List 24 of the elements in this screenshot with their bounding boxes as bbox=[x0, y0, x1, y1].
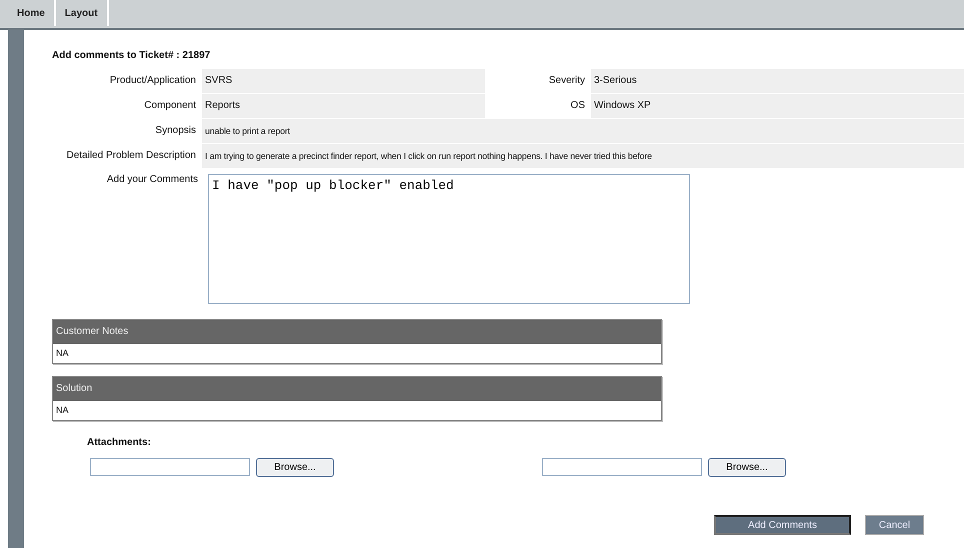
file-path-field[interactable] bbox=[90, 458, 250, 476]
panel-header: Customer Notes bbox=[53, 320, 661, 344]
panel-header: Solution bbox=[53, 377, 661, 401]
comments-field[interactable]: I have "pop up blocker" enabled bbox=[208, 174, 690, 304]
field-value: SVRS bbox=[202, 69, 485, 93]
field-value: Reports bbox=[202, 94, 485, 118]
field-value: I am trying to generate a precinct finder report, when I click on run report nothing happens. I have never tried this before bbox=[202, 144, 964, 168]
field-label: OS bbox=[570, 99, 585, 113]
field-value: 3-Serious bbox=[591, 69, 964, 93]
field-label: Component bbox=[143, 99, 196, 113]
field-label: Product/Application bbox=[108, 74, 196, 88]
browse-button[interactable]: Browse... bbox=[256, 458, 334, 477]
cancel-button[interactable]: Cancel bbox=[865, 515, 924, 535]
field-value: unable to print a report bbox=[202, 119, 964, 143]
browse-button[interactable]: Browse... bbox=[708, 458, 786, 477]
field-value: Windows XP bbox=[591, 94, 964, 118]
field-label: Add your Comments bbox=[106, 174, 198, 187]
file-path-field[interactable] bbox=[542, 458, 702, 476]
field-label: Detailed Problem Description bbox=[65, 149, 196, 163]
attachments-label: Attachments: bbox=[87, 437, 152, 448]
field-label: Synopsis bbox=[154, 124, 196, 138]
field-label: Severity bbox=[548, 74, 585, 88]
add-comments-button[interactable]: Add Comments bbox=[714, 515, 851, 535]
form-title: Add comments to Ticket# : 21897 bbox=[52, 50, 212, 61]
